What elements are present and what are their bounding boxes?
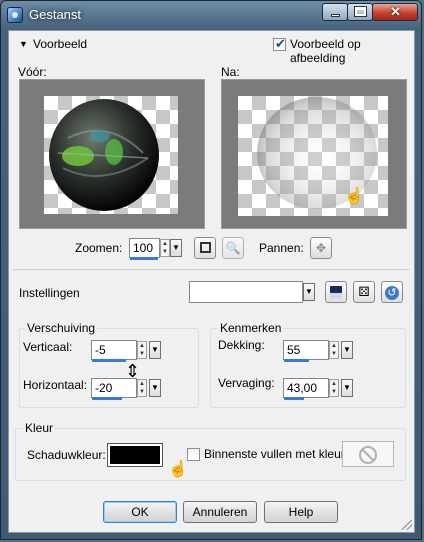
reset-button[interactable]: ↺ bbox=[381, 281, 403, 303]
vertical-offset-slider-bar[interactable] bbox=[92, 359, 126, 362]
offset-group-title: Verschuiving bbox=[25, 321, 98, 335]
sphere-image bbox=[49, 99, 159, 211]
zoom-spinner[interactable]: ▲ ▼ bbox=[160, 239, 170, 257]
after-preview[interactable]: ☝ bbox=[221, 79, 407, 229]
zoom-slider-bar[interactable] bbox=[130, 257, 158, 260]
settings-preset-input[interactable] bbox=[189, 281, 303, 303]
color-group-title: Kleur bbox=[23, 421, 56, 435]
opacity-spinner[interactable]: ▲ ▼ bbox=[329, 341, 339, 359]
vertical-offset-value: -5 bbox=[95, 343, 106, 357]
after-label: Na: bbox=[221, 65, 240, 79]
vertical-offset-spinner[interactable]: ▲ ▼ bbox=[137, 341, 147, 359]
opacity-value: 55 bbox=[287, 343, 301, 357]
shadow-color-fill bbox=[110, 446, 160, 464]
zoom-value: 100 bbox=[133, 241, 154, 255]
floppy-disk-icon bbox=[330, 286, 342, 298]
horizontal-offset-dropdown[interactable]: ▼ bbox=[149, 379, 161, 397]
pan-move-icon: ✥ bbox=[315, 241, 327, 255]
zoom-fit-button[interactable] bbox=[194, 237, 216, 259]
horizontal-offset-spinner[interactable]: ▲ ▼ bbox=[137, 379, 147, 397]
pan-button[interactable]: ✥ bbox=[310, 237, 332, 259]
help-button[interactable]: Help bbox=[264, 501, 338, 523]
settings-label: Instellingen bbox=[19, 286, 80, 300]
cancel-button[interactable]: Annuleren bbox=[183, 501, 257, 523]
before-preview[interactable] bbox=[19, 79, 205, 229]
blur-slider-bar[interactable] bbox=[284, 397, 304, 400]
blur-spinner[interactable]: ▲ ▼ bbox=[329, 379, 339, 397]
opacity-input[interactable]: 55 bbox=[283, 340, 329, 362]
vertical-offset-input[interactable]: -5 bbox=[91, 340, 137, 362]
maximize-icon bbox=[354, 6, 367, 17]
horizontal-offset-label: Horizontaal: bbox=[23, 378, 88, 392]
title-bar[interactable]: Gestanst ✕ bbox=[1, 1, 421, 29]
zoom-fit-icon bbox=[199, 242, 211, 253]
save-preset-button[interactable] bbox=[325, 281, 347, 303]
blur-label: Vervaging: bbox=[218, 376, 275, 390]
ok-button[interactable]: OK bbox=[103, 501, 177, 523]
blur-dropdown[interactable]: ▼ bbox=[341, 379, 353, 397]
app-icon bbox=[7, 7, 23, 23]
opacity-label: Dekking: bbox=[218, 338, 265, 352]
close-button[interactable]: ✕ bbox=[372, 3, 418, 21]
minimize-icon bbox=[331, 14, 340, 17]
preview-on-image-checkbox[interactable]: ✔ bbox=[273, 36, 286, 51]
before-label: Vóór: bbox=[18, 65, 47, 79]
dice-icon: ⚄ bbox=[358, 284, 370, 299]
dialog-client: ▼ Voorbeeld ✔ Voorbeeld op afbeelding Vó… bbox=[8, 30, 415, 533]
opacity-slider-bar[interactable] bbox=[284, 359, 309, 362]
randomize-button[interactable]: ⚄ bbox=[353, 281, 375, 303]
collapse-arrow-icon[interactable]: ▼ bbox=[19, 39, 28, 49]
blur-input[interactable]: 43,00 bbox=[283, 378, 329, 400]
reset-icon: ↺ bbox=[385, 286, 399, 300]
blur-value: 43,00 bbox=[287, 381, 318, 395]
shadow-color-label: Schaduwkleur: bbox=[27, 448, 106, 462]
hand-cursor-icon: ☝ bbox=[168, 461, 188, 478]
shadow-color-swatch[interactable] bbox=[107, 443, 163, 467]
maximize-button[interactable] bbox=[347, 3, 373, 21]
preview-on-image-label: Voorbeeld op afbeelding bbox=[290, 37, 361, 65]
vertical-offset-label: Verticaal: bbox=[23, 340, 73, 354]
zoom-label: Zoomen: bbox=[75, 241, 123, 255]
dialog-window: Gestanst ✕ ▼ Voorbeeld ✔ Voorbeeld op af… bbox=[0, 0, 422, 540]
magnifier-icon: 🔍 bbox=[225, 241, 241, 255]
fill-inside-checkbox[interactable] bbox=[187, 448, 200, 461]
fill-inside-label: Binnenste vullen met kleur: bbox=[204, 447, 349, 461]
disabled-circle-icon bbox=[359, 446, 377, 464]
preview-section-title: Voorbeeld bbox=[33, 37, 88, 51]
zoom-tool-button[interactable]: 🔍 bbox=[222, 237, 244, 259]
fill-inside-color-swatch[interactable] bbox=[342, 441, 394, 467]
pan-label: Pannen: bbox=[259, 241, 304, 255]
resize-grip-icon[interactable] bbox=[402, 520, 412, 530]
zoom-dropdown[interactable]: ▼ bbox=[170, 239, 182, 257]
horizontal-offset-input[interactable]: -20 bbox=[91, 378, 137, 400]
checkmark-icon: ✔ bbox=[275, 36, 286, 51]
divider bbox=[13, 269, 410, 270]
close-icon: ✕ bbox=[390, 4, 401, 19]
window-title: Gestanst bbox=[29, 7, 82, 22]
attributes-group-title: Kenmerken bbox=[218, 321, 284, 335]
horizontal-offset-slider-bar[interactable] bbox=[92, 397, 122, 400]
horizontal-offset-value: -20 bbox=[95, 381, 113, 395]
vertical-offset-dropdown[interactable]: ▼ bbox=[149, 341, 161, 359]
hand-cursor-icon: ☝ bbox=[344, 188, 364, 205]
minimize-button[interactable] bbox=[322, 3, 348, 21]
zoom-input[interactable]: 100 bbox=[129, 238, 160, 260]
opacity-dropdown[interactable]: ▼ bbox=[341, 341, 353, 359]
settings-dropdown[interactable]: ▼ bbox=[303, 283, 315, 301]
